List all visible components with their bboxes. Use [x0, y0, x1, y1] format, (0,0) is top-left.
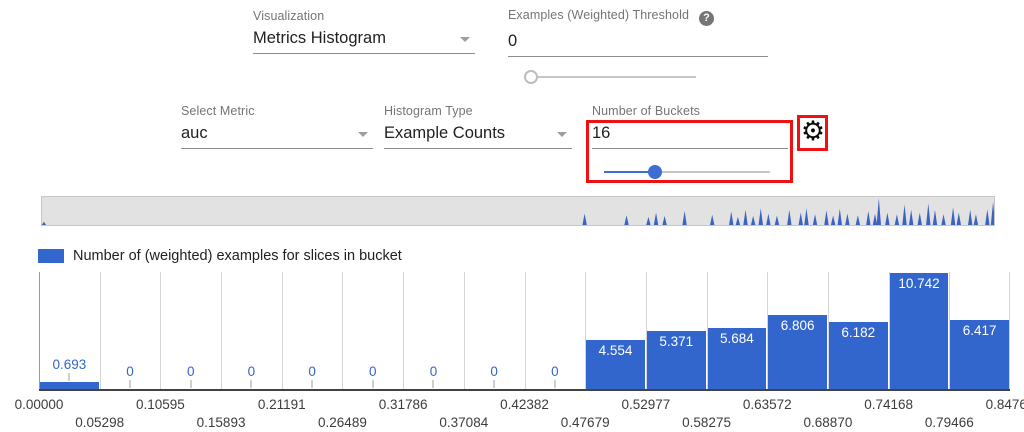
bar-value-label: 5.371: [659, 334, 693, 349]
label-leader-line: [554, 380, 555, 388]
bar-value-label: 0: [248, 364, 256, 379]
chart-legend: Number of (weighted) examples for slices…: [38, 248, 402, 264]
histogram-type-value: Example Counts: [384, 124, 505, 142]
threshold-input-row: [508, 32, 768, 57]
num-buckets-label: Number of Buckets: [592, 104, 788, 118]
bar-value-label: 4.554: [599, 343, 633, 358]
slider-track: [524, 76, 696, 78]
help-icon[interactable]: ?: [699, 11, 714, 26]
gridline: [1009, 272, 1010, 389]
label-leader-line: [372, 380, 373, 388]
threshold-label: Examples (Weighted) Threshold: [508, 8, 689, 22]
x-tick-label: 0.31786: [379, 397, 428, 412]
histogram-x-axis: 0.000000.052980.105950.158930.211910.264…: [39, 397, 1010, 431]
num-buckets-input[interactable]: [592, 124, 788, 143]
gridline: [403, 272, 404, 389]
label-leader-line: [69, 373, 70, 381]
label-leader-line: [251, 380, 252, 388]
num-buckets-slider[interactable]: [604, 164, 770, 180]
num-buckets-input-row: [592, 124, 788, 149]
label-leader-line: [190, 380, 191, 388]
label-leader-line: [494, 380, 495, 388]
chevron-down-icon: [460, 37, 470, 42]
x-tick-label: 0.79466: [925, 415, 974, 430]
select-metric-label: Select Metric: [181, 104, 373, 118]
histogram-type-control: Histogram Type Example Counts: [384, 104, 572, 149]
x-tick-label: 0.10595: [136, 397, 185, 412]
bar-value-label: 0: [308, 364, 316, 379]
gridline: [464, 272, 465, 389]
x-tick-label: 0.42382: [500, 397, 549, 412]
y-axis-line: [39, 272, 40, 389]
gridline: [100, 272, 101, 389]
label-leader-line: [433, 380, 434, 388]
slice-overview-strip[interactable]: [41, 196, 995, 226]
chevron-down-icon: [358, 132, 368, 137]
x-tick-label: 0.52977: [621, 397, 670, 412]
x-tick-label: 0.84763: [986, 397, 1024, 412]
histogram-bar[interactable]: [40, 382, 99, 389]
x-tick-label: 0.21191: [258, 397, 306, 412]
visualization-value: Metrics Histogram: [253, 29, 386, 47]
bar-value-label: 0: [490, 364, 498, 379]
slice-density-sparkline: [42, 197, 994, 225]
slider-handle[interactable]: [648, 165, 662, 179]
bar-value-label: 0: [369, 364, 377, 379]
chevron-down-icon: [557, 132, 567, 137]
threshold-control: Examples (Weighted) Threshold?: [508, 6, 768, 57]
gridline: [282, 272, 283, 389]
bar-value-label: 5.684: [720, 331, 754, 346]
bar-value-label: 6.182: [841, 325, 875, 340]
x-tick-label: 0.15893: [197, 415, 246, 430]
visualization-control: Visualization Metrics Histogram: [253, 9, 475, 54]
histogram-type-dropdown[interactable]: Example Counts: [384, 124, 572, 149]
select-metric-dropdown[interactable]: auc: [181, 124, 373, 149]
slider-handle[interactable]: [524, 70, 538, 84]
histogram-type-label: Histogram Type: [384, 104, 572, 118]
bar-value-label: 6.417: [963, 323, 997, 338]
bar-value-label: 0.693: [52, 357, 86, 372]
legend-swatch: [38, 249, 64, 263]
gear-icon[interactable]: ⚙: [798, 113, 828, 151]
x-tick-label: 0.26489: [318, 415, 367, 430]
histogram-chart: 0.693 0 0 0 0 0 0 0 0 4.554 5.371 5.684 6.806 6.182 10…: [39, 272, 1010, 391]
x-tick-label: 0.58275: [682, 415, 731, 430]
visualization-dropdown[interactable]: Metrics Histogram: [253, 29, 475, 54]
num-buckets-control: Number of Buckets: [592, 104, 788, 149]
visualization-label: Visualization: [253, 9, 475, 23]
label-leader-line: [312, 380, 313, 388]
x-tick-label: 0.74168: [864, 397, 913, 412]
select-metric-value: auc: [181, 124, 208, 142]
x-tick-label: 0.47679: [561, 415, 610, 430]
bar-value-label: 0: [126, 364, 134, 379]
threshold-slider[interactable]: [524, 69, 696, 85]
gridline: [342, 272, 343, 389]
threshold-input[interactable]: [508, 32, 768, 51]
gridline: [525, 272, 526, 389]
metrics-histogram-panel: Visualization Metrics Histogram Examples…: [0, 0, 1024, 432]
x-tick-label: 0.00000: [15, 397, 64, 412]
label-leader-line: [130, 380, 131, 388]
gridline: [221, 272, 222, 389]
x-tick-label: 0.68870: [804, 415, 853, 430]
bar-value-label: 0: [551, 364, 559, 379]
select-metric-control: Select Metric auc: [181, 104, 373, 149]
bar-value-label: 6.806: [781, 318, 815, 333]
gridline: [160, 272, 161, 389]
x-tick-label: 0.37084: [439, 415, 488, 430]
x-tick-label: 0.63572: [743, 397, 792, 412]
bar-value-label: 0: [187, 364, 195, 379]
bar-value-label: 10.742: [898, 276, 939, 291]
x-tick-label: 0.05298: [75, 415, 124, 430]
bar-value-label: 0: [430, 364, 438, 379]
legend-label: Number of (weighted) examples for slices…: [73, 248, 402, 264]
